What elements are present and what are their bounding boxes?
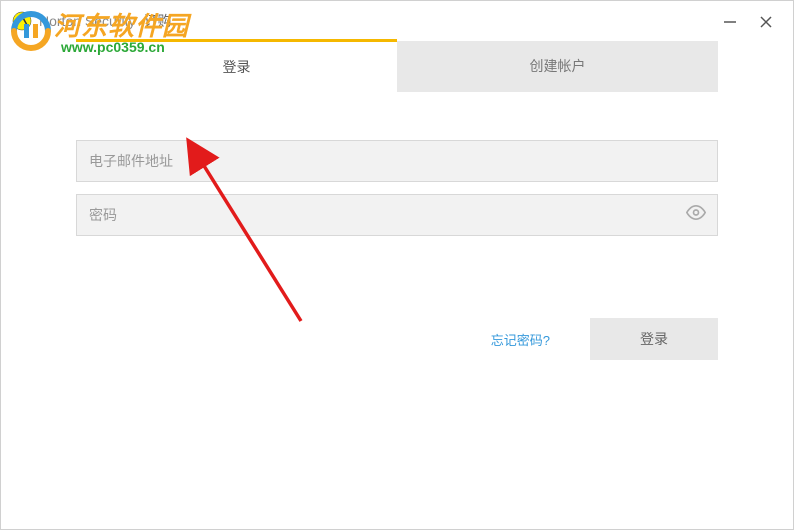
email-field[interactable] [76,140,718,182]
password-field[interactable] [76,194,718,236]
app-subtitle: 订购 [143,11,171,31]
close-button[interactable] [757,13,775,31]
toggle-password-visibility-icon[interactable] [686,203,706,228]
forgot-password-link[interactable]: 忘记密码? [491,330,550,349]
app-title: Norton Security [39,13,135,29]
minimize-button[interactable] [721,13,739,31]
tab-login[interactable]: 登录 [76,39,397,92]
tab-create-account[interactable]: 创建帐户 [397,41,718,92]
login-button[interactable]: 登录 [590,318,718,360]
titlebar: Norton Security 订购 [1,1,793,41]
norton-icon [11,10,33,32]
auth-tabs: 登录 创建帐户 [76,41,718,92]
